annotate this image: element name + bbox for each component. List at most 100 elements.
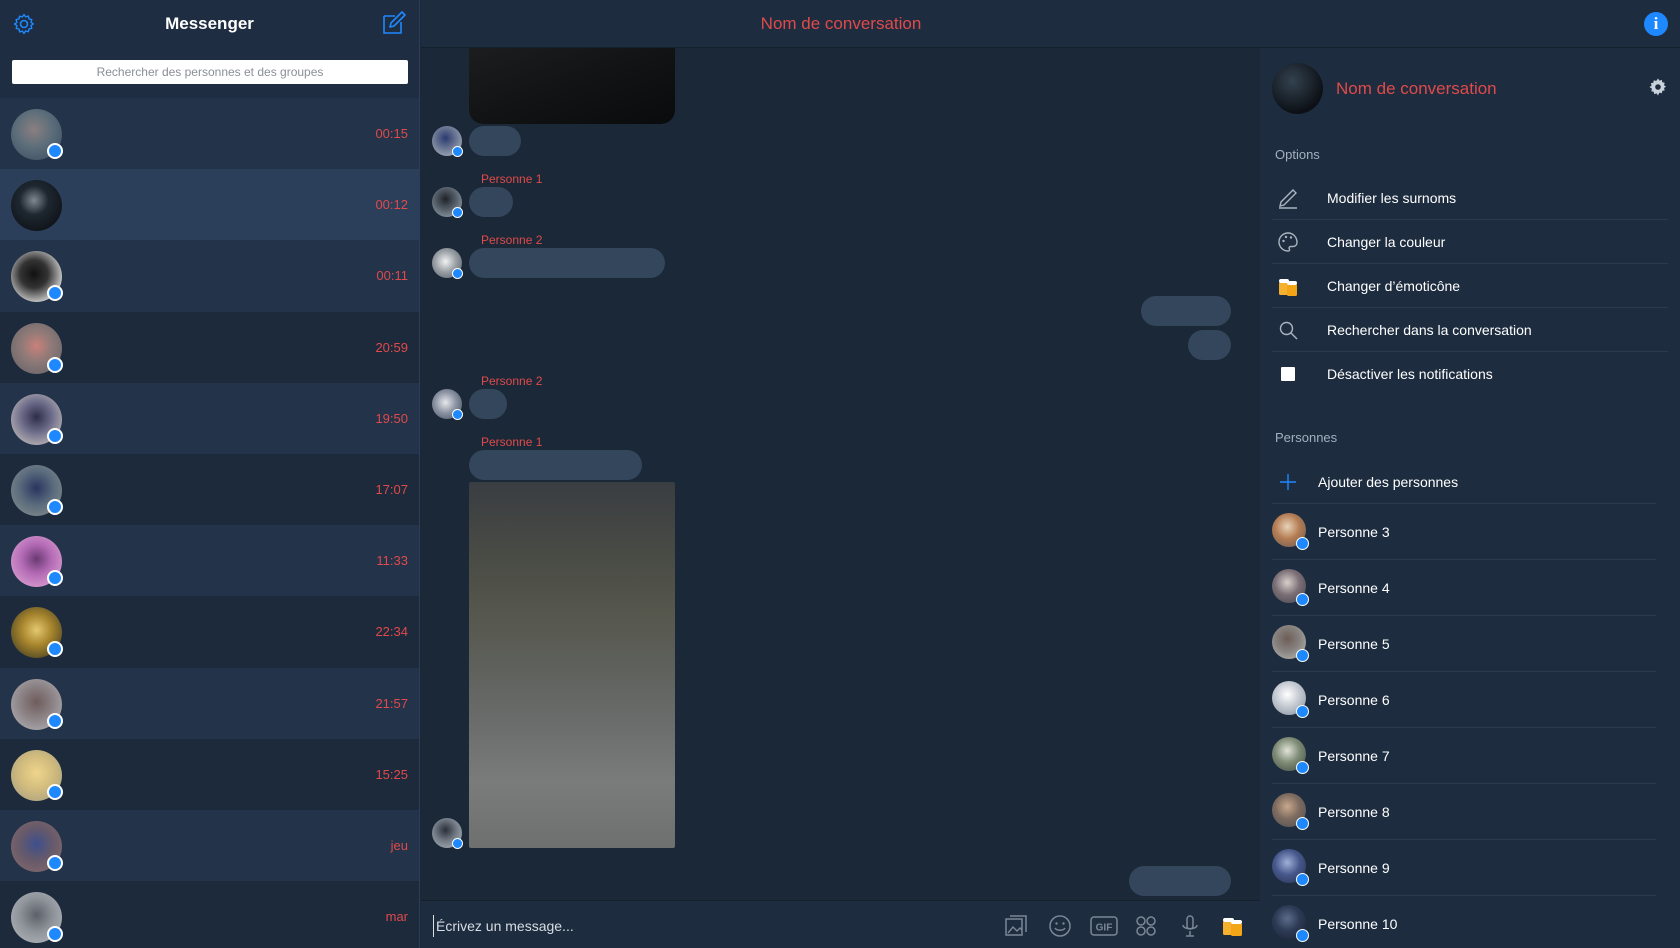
conversation-item[interactable]: 20:59 bbox=[0, 311, 419, 383]
conversation-item[interactable]: 17:07 bbox=[0, 453, 419, 526]
people-heading: Personnes bbox=[1275, 430, 1338, 445]
avatar bbox=[432, 126, 463, 157]
messenger-badge-icon bbox=[452, 268, 463, 279]
person-item[interactable]: Personne 8 bbox=[1272, 784, 1656, 840]
beer-icon bbox=[1279, 279, 1297, 296]
conversation-item[interactable]: 15:25 bbox=[0, 738, 419, 810]
conversation-item[interactable]: 11:33 bbox=[0, 525, 419, 597]
image-message[interactable] bbox=[469, 482, 675, 848]
messenger-badge-icon bbox=[452, 838, 463, 849]
person-item[interactable]: Personne 3 bbox=[1272, 504, 1656, 560]
conversation-item[interactable]: 19:50 bbox=[0, 382, 419, 454]
conversation-item[interactable]: jeu bbox=[0, 809, 419, 882]
sender-name: Personne 1 bbox=[481, 172, 543, 186]
conversation-time: 17:07 bbox=[375, 481, 408, 497]
conversation-time: 00:15 bbox=[375, 126, 408, 141]
search-icon bbox=[1279, 321, 1298, 340]
messenger-badge-icon bbox=[1296, 929, 1309, 942]
microphone-icon[interactable] bbox=[1177, 913, 1203, 939]
person-name: Personne 6 bbox=[1318, 692, 1390, 708]
message-input[interactable] bbox=[433, 915, 953, 937]
conversation-avatar bbox=[1272, 63, 1323, 114]
messenger-badge-icon bbox=[1296, 649, 1309, 662]
conversation-item[interactable]: 00:11 bbox=[0, 240, 419, 312]
messenger-badge-icon bbox=[1296, 873, 1309, 886]
stickers-icon[interactable] bbox=[1133, 913, 1159, 939]
search-conversation-option[interactable]: Rechercher dans la conversation bbox=[1272, 308, 1668, 352]
gif-label: GIF bbox=[1096, 923, 1113, 934]
conversation-item[interactable]: mar bbox=[0, 881, 419, 948]
details-conversation-name: Nom de conversation bbox=[1336, 79, 1497, 98]
avatar bbox=[432, 818, 463, 849]
info-icon[interactable]: i bbox=[1644, 12, 1668, 36]
person-name: Personne 8 bbox=[1318, 804, 1390, 820]
messenger-badge-icon bbox=[47, 356, 63, 373]
conversation-time: 00:12 bbox=[375, 197, 408, 213]
emoji-icon[interactable] bbox=[1047, 913, 1073, 939]
app-title: Messenger bbox=[165, 14, 254, 33]
messenger-badge-icon bbox=[452, 409, 463, 420]
messenger-badge-icon bbox=[47, 285, 63, 302]
messenger-badge-icon bbox=[1296, 817, 1309, 830]
sender-name: Personne 2 bbox=[481, 374, 543, 388]
add-people-option[interactable]: Ajouter des personnes bbox=[1272, 460, 1656, 504]
messenger-badge-icon bbox=[47, 427, 63, 444]
conversation-list: 00:15 00:12 00:11 20:59 19:50 17:07 11:3… bbox=[0, 98, 419, 948]
conversation-item[interactable]: 22:34 bbox=[0, 596, 419, 668]
checkbox-icon[interactable] bbox=[1276, 362, 1300, 386]
mute-notifications-option[interactable]: Désactiver les notifications bbox=[1272, 352, 1668, 396]
change-color-option[interactable]: Changer la couleur bbox=[1272, 220, 1668, 264]
message-bubble[interactable] bbox=[469, 126, 521, 156]
conversation-header: Nom de conversation i bbox=[421, 0, 1680, 48]
conversation-time: 22:34 bbox=[375, 624, 408, 640]
sender-name: Personne 1 bbox=[481, 435, 543, 449]
messenger-badge-icon bbox=[47, 641, 63, 658]
message-bubble[interactable] bbox=[469, 248, 665, 278]
person-item[interactable]: Personne 9 bbox=[1272, 840, 1656, 896]
conversation-time: 20:59 bbox=[375, 339, 408, 355]
conversation-item[interactable]: 21:57 bbox=[0, 667, 419, 739]
change-emoji-option[interactable]: Changer d’émoticône bbox=[1272, 264, 1668, 308]
conversation-time: 00:11 bbox=[376, 268, 408, 284]
option-label: Désactiver les notifications bbox=[1327, 366, 1493, 382]
image-upload-icon[interactable] bbox=[1003, 913, 1029, 939]
person-name: Personne 4 bbox=[1318, 580, 1390, 596]
person-item[interactable]: Personne 6 bbox=[1272, 672, 1656, 728]
person-name: Personne 10 bbox=[1318, 916, 1398, 932]
message-bubble[interactable] bbox=[469, 187, 513, 217]
conversation-item[interactable]: 00:12 bbox=[0, 169, 419, 241]
gear-icon[interactable] bbox=[1648, 77, 1668, 97]
messenger-badge-icon bbox=[47, 783, 63, 800]
messenger-badge-icon bbox=[452, 207, 463, 218]
messenger-badge-icon bbox=[47, 143, 63, 159]
person-name: Personne 9 bbox=[1318, 860, 1390, 876]
option-label: Changer la couleur bbox=[1327, 234, 1446, 250]
message-bubble[interactable] bbox=[1188, 330, 1231, 360]
compose-icon[interactable] bbox=[381, 10, 407, 36]
beer-icon[interactable] bbox=[1219, 913, 1245, 939]
person-item[interactable]: Personne 10 bbox=[1272, 896, 1656, 948]
person-item[interactable]: Personne 7 bbox=[1272, 728, 1656, 784]
conversation-title: Nom de conversation bbox=[760, 14, 922, 33]
message-bubble[interactable] bbox=[1141, 296, 1231, 326]
plus-icon bbox=[1280, 474, 1296, 490]
edit-nicknames-option[interactable]: Modifier les surnoms bbox=[1272, 176, 1668, 220]
person-item[interactable]: Personne 5 bbox=[1272, 616, 1656, 672]
pencil-icon bbox=[1279, 189, 1297, 209]
message-bubble[interactable] bbox=[1129, 866, 1231, 896]
sender-name: Personne 2 bbox=[481, 233, 543, 247]
messenger-badge-icon bbox=[47, 712, 63, 729]
message-bubble[interactable] bbox=[469, 389, 507, 419]
conversation-item[interactable]: 00:15 bbox=[0, 98, 419, 170]
message-bubble[interactable] bbox=[469, 450, 642, 480]
search-input[interactable] bbox=[12, 60, 408, 84]
person-name: Personne 7 bbox=[1318, 748, 1390, 764]
image-message[interactable] bbox=[469, 48, 675, 124]
option-label: Changer d’émoticône bbox=[1327, 278, 1461, 294]
person-item[interactable]: Personne 4 bbox=[1272, 560, 1656, 616]
messenger-badge-icon bbox=[1296, 761, 1309, 774]
messenger-badge-icon bbox=[1296, 593, 1309, 606]
option-label: Ajouter des personnes bbox=[1318, 474, 1459, 490]
conversation-time: jeu bbox=[390, 837, 408, 853]
gif-icon[interactable]: GIF bbox=[1089, 913, 1119, 939]
